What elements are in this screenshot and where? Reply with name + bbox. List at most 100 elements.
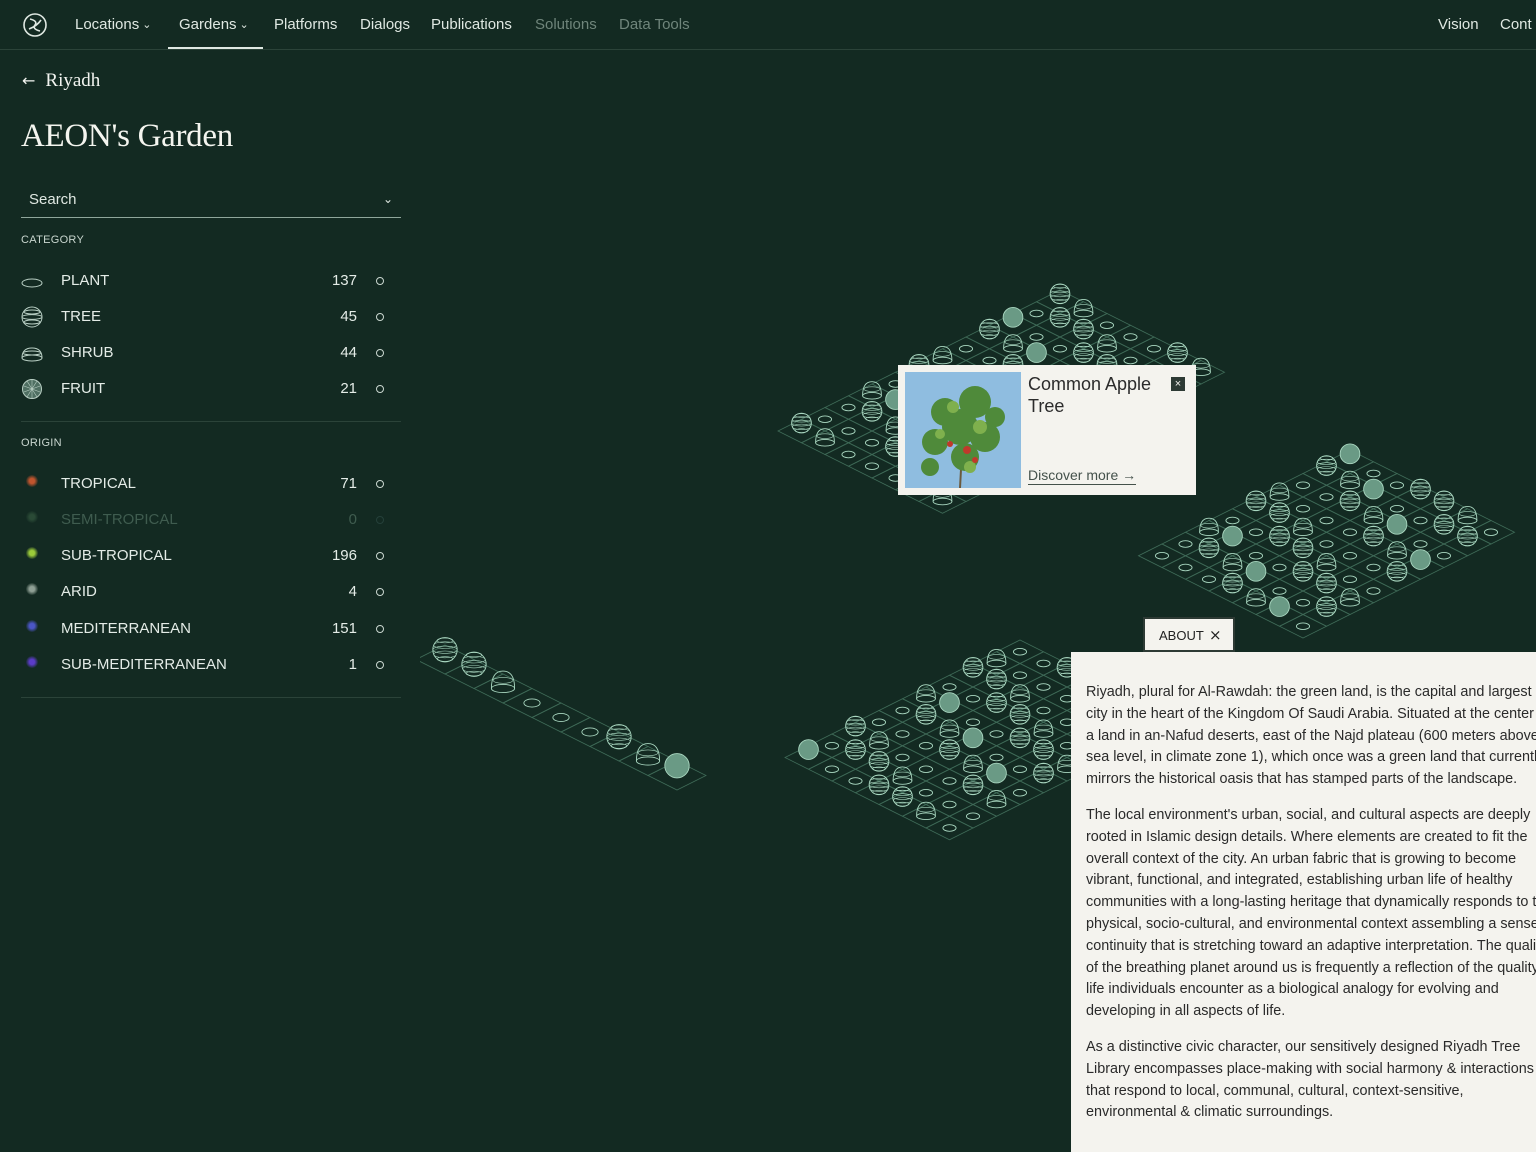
plant-marker[interactable]: [1319, 516, 1334, 525]
plant-marker[interactable]: [871, 718, 887, 726]
plant-marker[interactable]: [841, 403, 856, 412]
fruit-marker[interactable]: [798, 739, 819, 760]
plant-marker[interactable]: [895, 753, 910, 762]
logo-icon[interactable]: [22, 12, 48, 38]
plant-marker[interactable]: [1413, 540, 1428, 548]
plant-marker[interactable]: [1295, 505, 1311, 513]
plant-marker[interactable]: [942, 800, 957, 809]
nav-solutions[interactable]: Solutions: [535, 16, 597, 33]
plant-marker[interactable]: [1146, 345, 1162, 353]
plant-marker[interactable]: [1389, 481, 1405, 489]
fruit-marker[interactable]: [1363, 478, 1384, 500]
fruit-marker[interactable]: [1339, 443, 1361, 465]
fruit-marker[interactable]: [962, 727, 984, 749]
nav-dialogs[interactable]: Dialogs: [360, 16, 410, 33]
plant-marker[interactable]: [989, 730, 1004, 738]
plant-marker[interactable]: [895, 730, 910, 738]
plant-marker[interactable]: [1036, 659, 1051, 668]
plant-marker[interactable]: [1052, 345, 1068, 353]
plant-marker[interactable]: [1295, 599, 1311, 607]
plant-marker[interactable]: [1319, 493, 1334, 501]
tree-marker[interactable]: [606, 724, 632, 750]
close-icon[interactable]: ×: [1171, 377, 1185, 391]
plant-marker[interactable]: [1154, 552, 1170, 560]
plant-marker[interactable]: [1342, 552, 1358, 560]
nav-platforms[interactable]: Platforms: [274, 16, 337, 33]
radio-button[interactable]: [376, 588, 384, 596]
category-item-tree[interactable]: TREE 45: [21, 302, 401, 330]
radio-button[interactable]: [376, 313, 384, 321]
close-icon[interactable]: ×: [1209, 626, 1222, 644]
plant-marker[interactable]: [989, 753, 1004, 762]
nav-locations[interactable]: Locations ⌄: [75, 16, 151, 33]
origin-item-tropical[interactable]: TROPICAL 71: [21, 469, 401, 497]
plant-marker[interactable]: [841, 427, 856, 435]
plant-marker[interactable]: [965, 718, 981, 726]
origin-item-sub-tropical[interactable]: SUB-TROPICAL 196: [21, 541, 401, 569]
plant-marker[interactable]: [982, 356, 997, 365]
back-link[interactable]: ← Riyadh: [22, 70, 100, 92]
plant-marker[interactable]: [1483, 528, 1499, 536]
origin-item-sub-mediterranean[interactable]: SUB-MEDITERRANEAN 1: [21, 650, 401, 678]
category-item-plant[interactable]: PLANT 137: [21, 266, 401, 294]
fruit-marker[interactable]: [1222, 525, 1243, 547]
plant-marker[interactable]: [942, 777, 957, 785]
plant-marker[interactable]: [1012, 671, 1028, 679]
plant-marker[interactable]: [942, 824, 957, 832]
fruit-marker[interactable]: [1002, 307, 1024, 328]
plant-marker[interactable]: [965, 695, 981, 703]
plant-marker[interactable]: [895, 706, 910, 715]
plant-marker[interactable]: [1029, 333, 1044, 341]
category-item-shrub[interactable]: SHRUB 44: [21, 338, 401, 366]
nav-data-tools[interactable]: Data Tools: [619, 16, 690, 33]
plant-marker[interactable]: [523, 698, 541, 708]
fruit-marker[interactable]: [664, 753, 690, 779]
radio-button[interactable]: [376, 349, 384, 357]
plant-marker[interactable]: [918, 742, 934, 750]
fruit-marker[interactable]: [939, 692, 960, 713]
plant-marker[interactable]: [1012, 648, 1028, 656]
origin-item-arid[interactable]: ARID 4: [21, 577, 401, 605]
radio-button[interactable]: [376, 661, 384, 669]
plant-marker[interactable]: [1029, 309, 1044, 318]
fruit-marker[interactable]: [1026, 342, 1047, 363]
plant-marker[interactable]: [1319, 540, 1334, 548]
origin-item-mediterranean[interactable]: MEDITERRANEAN 151: [21, 614, 401, 642]
plant-marker[interactable]: [581, 727, 599, 737]
plant-marker[interactable]: [1436, 552, 1452, 560]
radio-button[interactable]: [376, 625, 384, 633]
plant-marker[interactable]: [1248, 528, 1264, 536]
plant-marker[interactable]: [1366, 587, 1381, 595]
fruit-marker[interactable]: [1386, 514, 1408, 535]
plant-marker[interactable]: [958, 345, 974, 353]
plant-marker[interactable]: [1389, 505, 1405, 513]
plant-marker[interactable]: [1295, 622, 1311, 630]
plant-marker[interactable]: [1366, 469, 1381, 478]
plant-marker[interactable]: [1123, 333, 1138, 341]
search-dropdown[interactable]: Search ⌄: [21, 183, 401, 218]
plant-marker[interactable]: [824, 765, 840, 773]
plant-marker[interactable]: [1225, 516, 1240, 525]
plant-marker[interactable]: [1201, 575, 1217, 583]
plant-marker[interactable]: [1248, 552, 1264, 560]
plant-marker[interactable]: [1366, 563, 1381, 572]
plant-marker[interactable]: [1036, 706, 1051, 715]
plant-marker[interactable]: [1178, 540, 1193, 548]
tree-marker[interactable]: [461, 651, 487, 677]
plant-marker[interactable]: [1123, 356, 1138, 365]
plant-marker[interactable]: [1295, 481, 1311, 489]
fruit-marker[interactable]: [1410, 549, 1431, 570]
about-tab[interactable]: ABOUT ×: [1143, 617, 1235, 652]
radio-button[interactable]: [376, 385, 384, 393]
fruit-marker[interactable]: [1269, 596, 1290, 617]
tree-marker[interactable]: [432, 637, 458, 663]
plant-marker[interactable]: [1178, 563, 1193, 572]
plant-marker[interactable]: [1272, 587, 1287, 595]
radio-button[interactable]: [376, 480, 384, 488]
plant-marker[interactable]: [824, 742, 840, 750]
plant-marker[interactable]: [918, 765, 934, 773]
plant-marker[interactable]: [942, 683, 957, 691]
plant-marker[interactable]: [1099, 321, 1115, 329]
plant-marker[interactable]: [918, 789, 934, 797]
plant-marker[interactable]: [1012, 789, 1028, 797]
